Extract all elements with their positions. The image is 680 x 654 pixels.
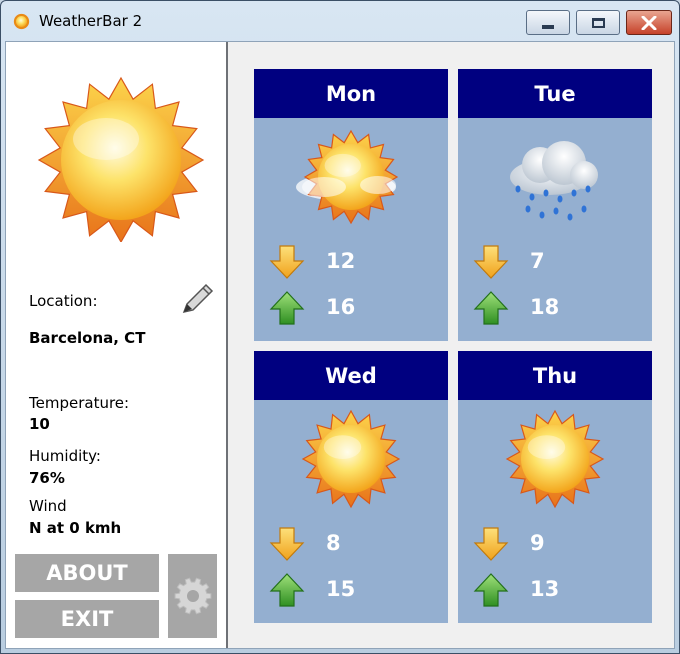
sun-icon [301, 409, 401, 509]
forecast-tile-tue: Tue 7 18 [458, 69, 652, 341]
temperature-label: Temperature: [29, 394, 130, 412]
partly-cloudy-sun-icon [296, 129, 399, 225]
exit-button[interactable]: EXIT [15, 600, 159, 638]
forecast-tile-thu: Thu 9 13 [458, 351, 652, 623]
high-temp-arrow-icon [269, 573, 305, 607]
high-temp-arrow-icon [473, 573, 509, 607]
close-button[interactable] [626, 10, 672, 35]
forecast-day: Mon [254, 69, 448, 118]
low-temperature: 7 [530, 249, 545, 273]
low-temp-arrow-icon [269, 245, 305, 279]
humidity-label: Humidity: [29, 447, 101, 465]
low-temperature: 12 [326, 249, 356, 273]
app-sun-icon [13, 13, 30, 30]
low-temp-arrow-icon [473, 527, 509, 561]
high-temp-arrow-icon [269, 291, 305, 325]
forecast-day: Tue [458, 69, 652, 118]
forecast-tile-mon: Mon 12 16 [254, 69, 448, 341]
minimize-icon [542, 24, 554, 29]
temperature-value: 10 [29, 415, 50, 433]
location-label: Location: [29, 292, 98, 310]
high-temperature: 13 [530, 577, 560, 601]
high-temperature: 16 [326, 295, 356, 319]
about-button[interactable]: ABOUT [15, 554, 159, 592]
main-content: Location: Barcelona, CT Temperature: 10 … [5, 41, 675, 649]
wind-value: N at 0 kmh [29, 519, 122, 537]
pencil-icon[interactable] [176, 278, 218, 320]
low-temp-arrow-icon [269, 527, 305, 561]
low-temperature: 8 [326, 531, 341, 555]
title-bar[interactable]: WeatherBar 2 [1, 1, 679, 41]
humidity-value: 76% [29, 469, 65, 487]
gear-icon [174, 577, 211, 615]
maximize-button[interactable] [576, 10, 620, 35]
low-temperature: 9 [530, 531, 545, 555]
maximize-icon [591, 17, 605, 28]
current-conditions-panel: Location: Barcelona, CT Temperature: 10 … [6, 42, 228, 648]
sun-icon [505, 409, 605, 509]
high-temperature: 18 [530, 295, 560, 319]
close-icon [641, 15, 657, 30]
app-window: WeatherBar 2 Location: Barcelona, CT Tem… [0, 0, 680, 654]
rain-cloud-icon [510, 141, 598, 221]
forecast-tile-wed: Wed 8 15 [254, 351, 448, 623]
window-title: WeatherBar 2 [39, 12, 143, 30]
high-temp-arrow-icon [473, 291, 509, 325]
location-value: Barcelona, CT [29, 329, 146, 347]
low-temp-arrow-icon [473, 245, 509, 279]
wind-label: Wind [29, 497, 67, 515]
minimize-button[interactable] [526, 10, 570, 35]
settings-button[interactable] [168, 554, 217, 638]
forecast-day: Thu [458, 351, 652, 400]
forecast-day: Wed [254, 351, 448, 400]
high-temperature: 15 [326, 577, 356, 601]
sun-icon [37, 76, 205, 242]
